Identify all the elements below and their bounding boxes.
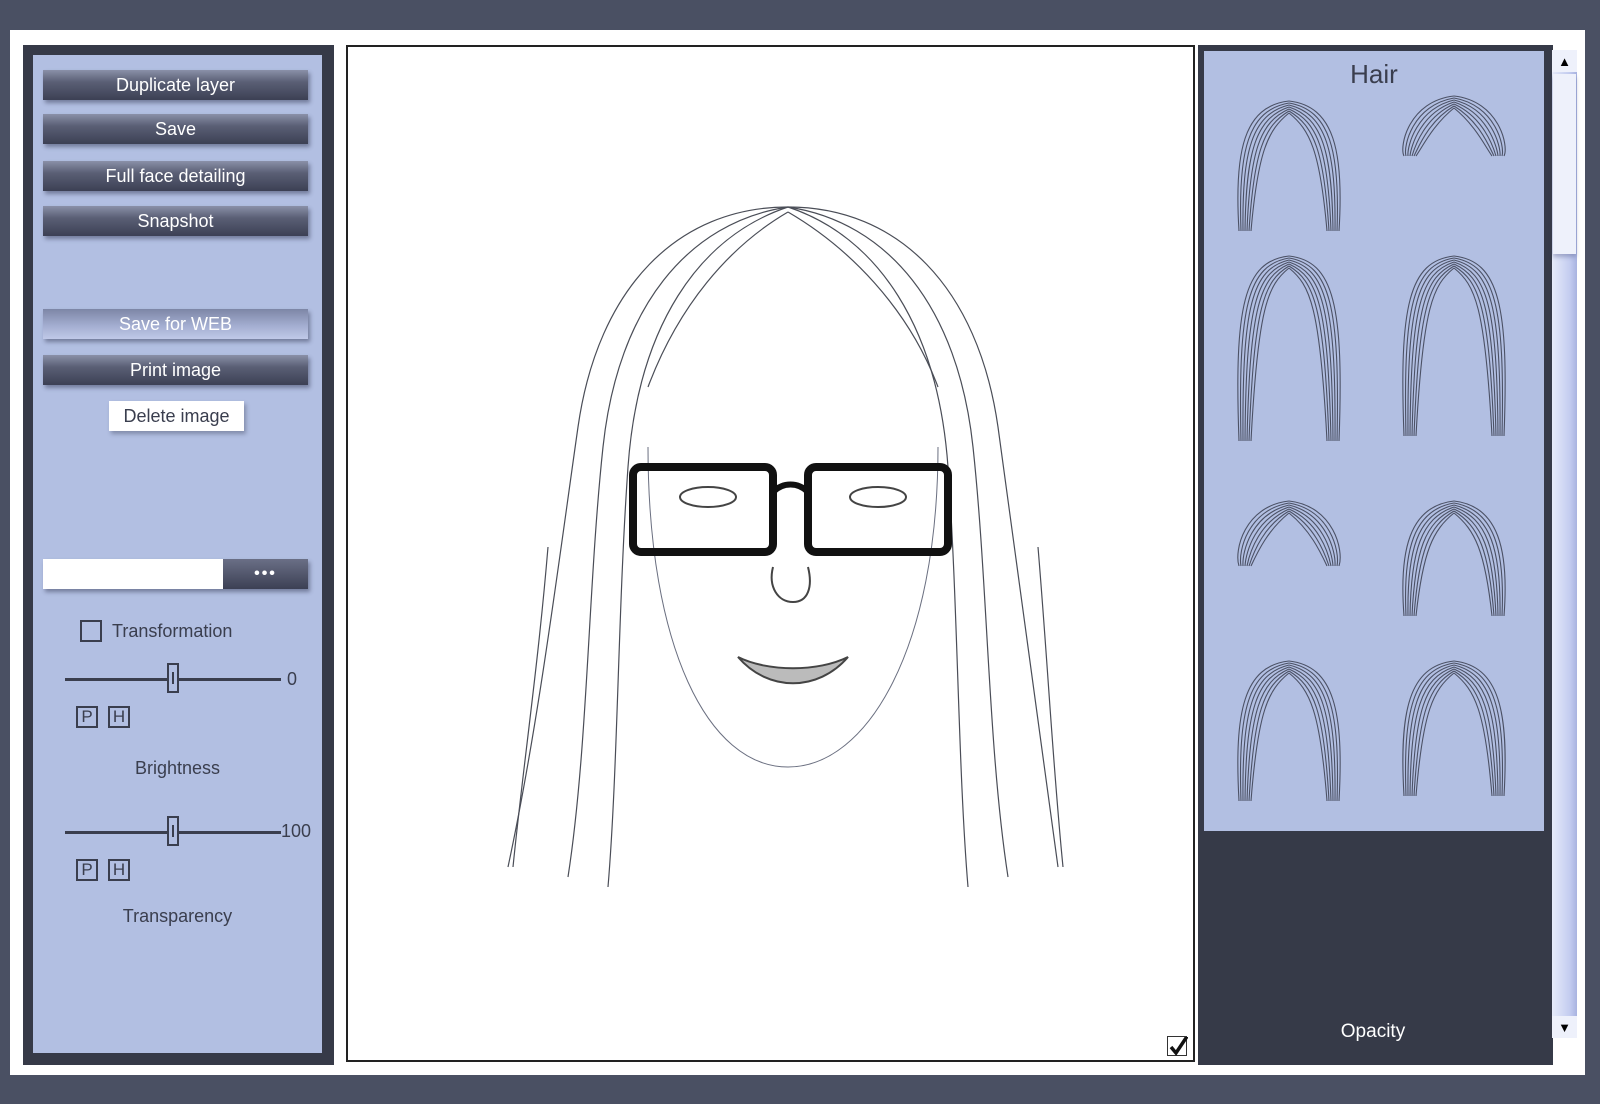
hairstyle-chin-length-bob[interactable] [1379, 491, 1529, 661]
hairstyle-long-straight-side-part[interactable] [1214, 246, 1364, 442]
image-canvas[interactable] [346, 45, 1195, 1062]
scroll-down-button[interactable]: ▼ [1552, 1016, 1577, 1038]
transparency-h-button[interactable]: H [108, 859, 130, 881]
transformation-checkbox[interactable] [80, 620, 102, 642]
hair-thumbnail-icon [1402, 255, 1506, 437]
transparency-label: Transparency [122, 906, 233, 926]
print-image-button[interactable]: Print image [43, 355, 308, 385]
snapshot-button[interactable]: Snapshot [43, 206, 308, 236]
scroll-up-button[interactable]: ▲ [1552, 50, 1577, 72]
brightness-h-button[interactable]: H [108, 706, 130, 728]
full-face-detailing-button[interactable]: Full face detailing [43, 161, 308, 191]
hairstyle-short-rounded-bob[interactable] [1214, 491, 1364, 661]
hairstyle-medium-flipped[interactable] [1214, 651, 1364, 821]
delete-image-button[interactable]: Delete image [109, 401, 244, 431]
hairstyle-short-swept-back[interactable] [1379, 86, 1529, 256]
brightness-slider[interactable] [65, 663, 281, 697]
transparency-p-button[interactable]: P [76, 859, 98, 881]
hair-thumbnail-icon [1402, 660, 1506, 797]
brightness-p-button[interactable]: P [76, 706, 98, 728]
brightness-label: Brightness [134, 758, 221, 778]
hairstyle-shoulder-length-bob[interactable] [1214, 91, 1364, 261]
transparency-slider-thumb[interactable] [167, 816, 179, 846]
hair-thumbnail-icon [1237, 255, 1341, 442]
save-button[interactable]: Save [43, 114, 308, 144]
save-for-web-button[interactable]: Save for WEB [43, 309, 308, 339]
glasses [629, 463, 952, 556]
face-outline [647, 446, 939, 768]
brightness-value: 0 [287, 669, 298, 689]
transparency-slider[interactable] [65, 816, 281, 850]
triangle-up-icon: ▲ [1558, 53, 1571, 69]
duplicate-layer-button[interactable]: Duplicate layer [43, 70, 308, 100]
hairstyle-medium-layered[interactable] [1379, 651, 1529, 821]
hair-gallery: Hair [1204, 51, 1544, 831]
transparency-value: 100 [281, 821, 312, 841]
file-path-input[interactable] [43, 559, 223, 589]
hair-thumbnail-icon [1237, 660, 1341, 802]
portrait-sketch [507, 206, 1064, 888]
browse-button[interactable]: ••• [223, 559, 308, 589]
confirm-checkbox[interactable] [1167, 1034, 1190, 1056]
hair-strands [507, 206, 1064, 888]
face-features [679, 486, 907, 685]
scrollbar-thumb[interactable] [1553, 74, 1576, 254]
checkmark-icon [1169, 1034, 1190, 1056]
file-input-row: ••• [43, 559, 308, 589]
transformation-label: Transformation [112, 621, 233, 641]
brightness-slider-thumb[interactable] [167, 663, 179, 693]
opacity-label: Opacity [1340, 1021, 1406, 1042]
left-panel-inner: Duplicate layer Save Full face detailing… [33, 55, 322, 1053]
hair-gallery-scrollbar[interactable]: ▲ ▼ [1552, 50, 1577, 1038]
right-panel: Hair Opacity [1198, 45, 1553, 1065]
hairstyle-long-straight-center-part[interactable] [1379, 246, 1529, 437]
left-panel: Duplicate layer Save Full face detailing… [23, 45, 334, 1065]
triangle-down-icon: ▼ [1558, 1019, 1571, 1035]
